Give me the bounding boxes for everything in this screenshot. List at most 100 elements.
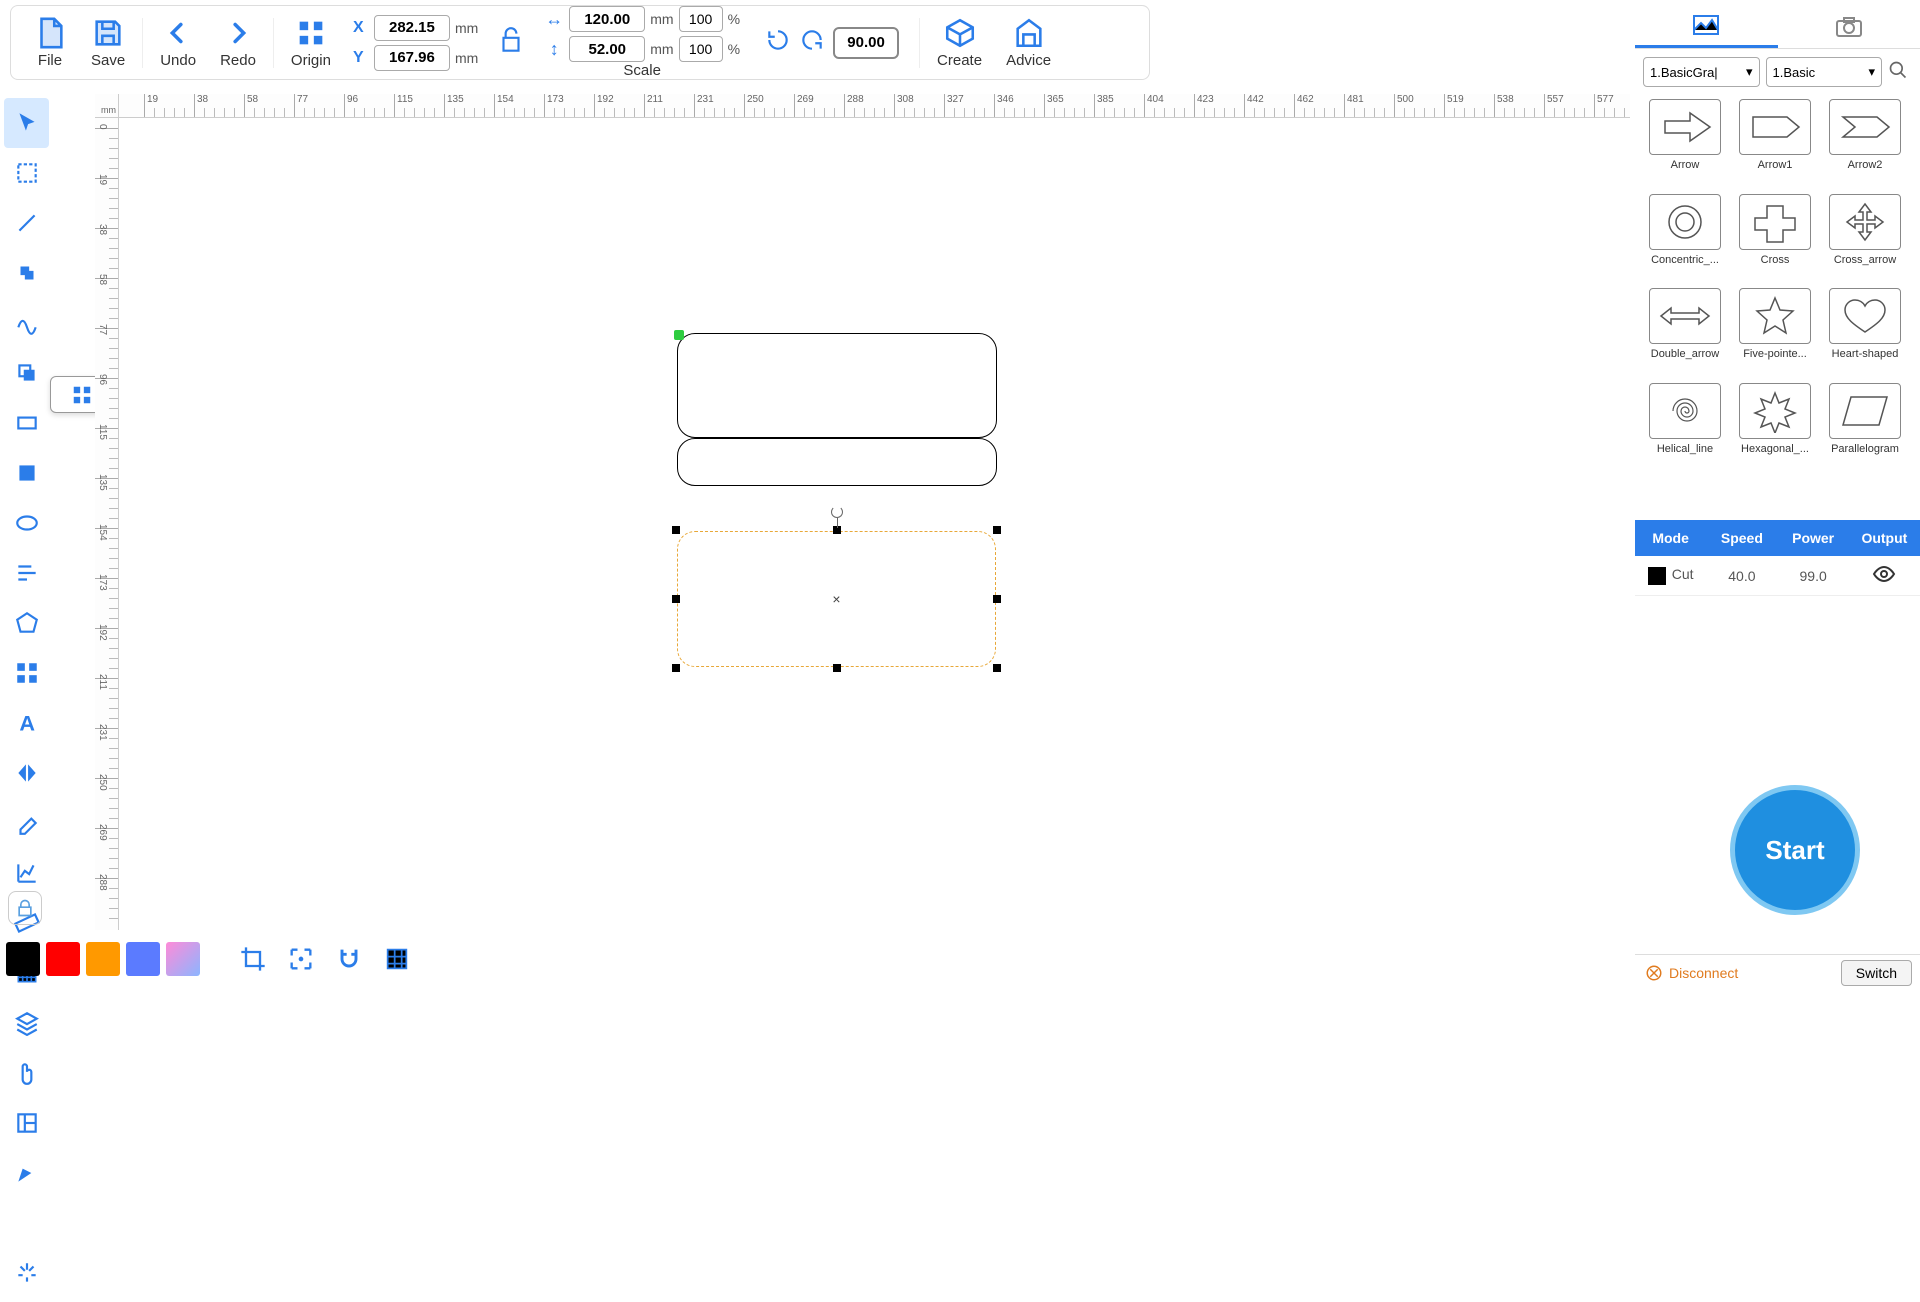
y-input[interactable]	[374, 45, 450, 71]
crop-button[interactable]	[232, 938, 274, 980]
x-input[interactable]	[374, 15, 450, 41]
width-input[interactable]	[569, 6, 645, 32]
mirror-tool[interactable]	[4, 748, 49, 798]
color-swatch-1[interactable]	[46, 942, 80, 976]
search-icon[interactable]	[1888, 60, 1912, 84]
line-tool[interactable]	[4, 198, 49, 248]
resize-handle-br[interactable]	[993, 664, 1001, 672]
resize-handle-tl[interactable]	[672, 526, 680, 534]
origin-button[interactable]: Origin	[279, 16, 343, 69]
canvas-area: mm 1938587796115135154173192211231250269…	[95, 94, 1630, 930]
copy-tool[interactable]	[4, 348, 49, 398]
rounded-rect-shape-1[interactable]	[677, 333, 997, 438]
undo-button[interactable]: Undo	[148, 16, 208, 69]
magnet-button[interactable]	[328, 938, 370, 980]
color-swatch-2[interactable]	[86, 942, 120, 976]
select-tool[interactable]	[4, 98, 49, 148]
shape-item-arrow2[interactable]: Arrow2	[1823, 99, 1907, 188]
switch-button[interactable]: Switch	[1841, 960, 1912, 986]
marquee-tool[interactable]	[4, 148, 49, 198]
array-tool[interactable]	[4, 648, 49, 698]
grid-button[interactable]	[376, 938, 418, 980]
color-swatch-3[interactable]	[126, 942, 160, 976]
start-button[interactable]: Start	[1730, 785, 1860, 915]
transform-tool[interactable]	[4, 1148, 49, 1198]
shape-item-cross[interactable]: Cross	[1733, 194, 1817, 283]
power-cell[interactable]: 99.0	[1778, 568, 1849, 584]
selection-center-icon: ×	[832, 591, 840, 607]
width-pct-input[interactable]	[679, 6, 723, 32]
col-output: Output	[1849, 530, 1920, 546]
category-select-2[interactable]: 1.Basic▾	[1766, 57, 1883, 87]
align-tool[interactable]	[4, 548, 49, 598]
color-swatch-icon	[1648, 567, 1666, 585]
resize-handle-tr[interactable]	[993, 526, 1001, 534]
rotate-ccw-icon[interactable]	[765, 27, 791, 58]
curve-tool[interactable]	[4, 298, 49, 348]
output-cell[interactable]	[1849, 562, 1920, 589]
fill-tool[interactable]	[4, 448, 49, 498]
canvas[interactable]: ×	[119, 118, 1630, 930]
height-pct-input[interactable]	[679, 36, 723, 62]
redo-button[interactable]: Redo	[208, 16, 268, 69]
shape-item-hexagonal----[interactable]: Hexagonal_...	[1733, 383, 1817, 472]
shape-item-arrow[interactable]: Arrow	[1643, 99, 1727, 188]
params-row[interactable]: Cut 40.0 99.0	[1635, 556, 1920, 596]
resize-handle-bl[interactable]	[672, 664, 680, 672]
speed-cell[interactable]: 40.0	[1706, 568, 1777, 584]
height-icon: ↕	[544, 39, 564, 60]
category-select-1[interactable]: 1.BasicGra|▾	[1643, 57, 1760, 87]
shapes-tab[interactable]	[1635, 5, 1778, 48]
color-swatch-0[interactable]	[6, 942, 40, 976]
origin-marker[interactable]	[674, 330, 684, 340]
shape-item-arrow1[interactable]: Arrow1	[1733, 99, 1817, 188]
canvas-lock-button[interactable]	[8, 891, 42, 925]
shape-item-helical-line[interactable]: Helical_line	[1643, 383, 1727, 472]
col-power: Power	[1778, 530, 1849, 546]
eraser-tool[interactable]	[4, 798, 49, 848]
mode-cell[interactable]: Cut	[1635, 566, 1706, 584]
rotate-cw-icon[interactable]	[799, 27, 825, 58]
save-button[interactable]: Save	[79, 16, 137, 69]
height-input[interactable]	[569, 36, 645, 62]
layout-tool[interactable]	[4, 1098, 49, 1148]
focus-button[interactable]	[280, 938, 322, 980]
laser-tool[interactable]	[4, 1248, 49, 1298]
shape-item-parallelogram[interactable]: Parallelogram	[1823, 383, 1907, 472]
hand-tool[interactable]	[4, 1048, 49, 1098]
create-label: Create	[937, 52, 982, 69]
camera-tab[interactable]	[1778, 5, 1920, 48]
h-unit: mm	[650, 41, 673, 57]
ellipse-tool[interactable]	[4, 498, 49, 548]
shape-thumb	[1829, 383, 1901, 439]
params-header: Mode Speed Power Output	[1635, 520, 1920, 556]
color-swatch-4[interactable]	[166, 942, 200, 976]
text-tool[interactable]: A	[4, 698, 49, 748]
shape-item-concentric----[interactable]: Concentric_...	[1643, 194, 1727, 283]
resize-handle-bm[interactable]	[833, 664, 841, 672]
shape-label: Hexagonal_...	[1733, 443, 1817, 455]
shape-thumb	[1739, 383, 1811, 439]
shape-item-heart-shaped[interactable]: Heart-shaped	[1823, 288, 1907, 377]
polygon-tool[interactable]	[4, 598, 49, 648]
layers-tool[interactable]	[4, 998, 49, 1048]
rotation-input[interactable]	[833, 27, 899, 59]
create-button[interactable]: Create	[925, 16, 994, 69]
rect-tool[interactable]	[4, 398, 49, 448]
rotate-handle[interactable]	[831, 506, 843, 518]
selection-box[interactable]: ×	[674, 528, 999, 670]
connection-status[interactable]: Disconnect	[1635, 964, 1841, 982]
shape-thumb	[1829, 194, 1901, 250]
advice-button[interactable]: Advice	[994, 16, 1063, 69]
lock-aspect-icon[interactable]	[498, 25, 524, 60]
resize-handle-ml[interactable]	[672, 595, 680, 603]
shape-tool[interactable]	[4, 248, 49, 298]
shape-item-cross-arrow[interactable]: Cross_arrow	[1823, 194, 1907, 283]
shape-item-five-pointe---[interactable]: Five-pointe...	[1733, 288, 1817, 377]
file-button[interactable]: File	[21, 16, 79, 69]
rounded-rect-shape-2[interactable]	[677, 438, 997, 486]
resize-handle-mr[interactable]	[993, 595, 1001, 603]
shape-item-double-arrow[interactable]: Double_arrow	[1643, 288, 1727, 377]
shape-label: Five-pointe...	[1733, 348, 1817, 360]
origin-label: Origin	[291, 52, 331, 69]
